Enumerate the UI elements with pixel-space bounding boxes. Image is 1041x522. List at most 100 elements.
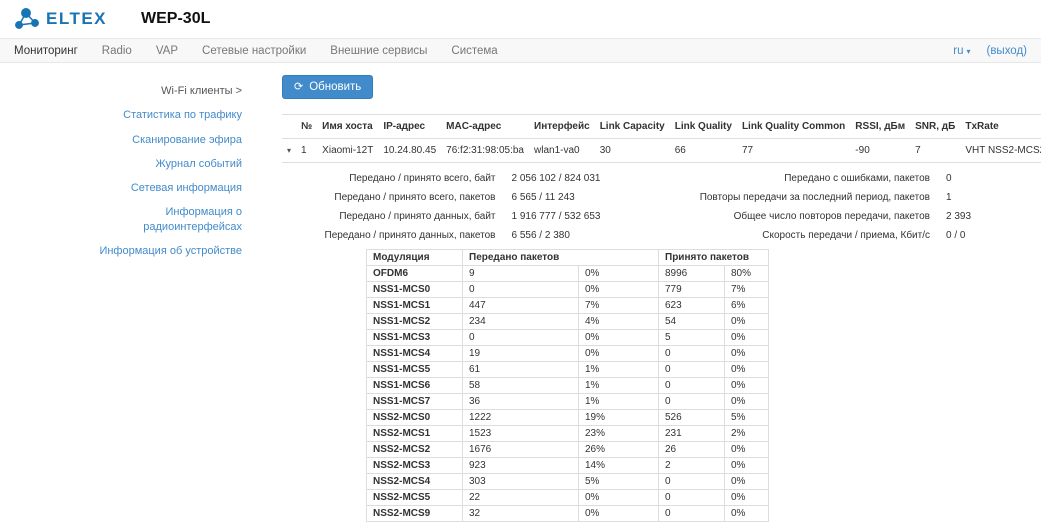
stat-label: Передано / принято данных, байт	[282, 211, 512, 222]
client-detail-stats: Передано / принято всего, байт2 056 102 …	[282, 173, 1041, 249]
nav-right: ru▾ (выход)	[953, 45, 1027, 57]
modulation-tx-count: 32	[463, 506, 579, 522]
modulation-name: NSS1-MCS5	[367, 362, 463, 378]
device-model-title: WEP-30L	[141, 10, 210, 28]
modulation-name: NSS1-MCS7	[367, 394, 463, 410]
modulation-name: NSS1-MCS1	[367, 298, 463, 314]
modulation-rx-pct: 6%	[725, 298, 769, 314]
modulation-tx-pct: 0%	[579, 266, 659, 282]
modulation-rx-pct: 2%	[725, 426, 769, 442]
modulation-name: NSS2-MCS5	[367, 490, 463, 506]
nav-tab-5[interactable]: Система	[451, 45, 497, 57]
stat-label: Передано с ошибками, пакетов	[662, 173, 947, 184]
modulation-tx-pct: 0%	[579, 330, 659, 346]
main-panel: ⟳ Обновить №Имя хостаIP-адресMAC-адресИн…	[258, 63, 1041, 522]
client-col-header: Link Capacity	[595, 115, 670, 139]
modulation-rx-pct: 5%	[725, 410, 769, 426]
modulation-row: NSS2-MCS2167626%260%	[367, 442, 769, 458]
modulation-tx-pct: 0%	[579, 282, 659, 298]
rx-packets-col-header: Принято пакетов	[659, 250, 769, 266]
modulation-header-row: Модуляция Передано пакетов Принято пакет…	[367, 250, 769, 266]
nav-tab-2[interactable]: VAP	[156, 45, 178, 57]
logout-link[interactable]: (выход)	[986, 45, 1027, 57]
modulation-name: NSS1-MCS3	[367, 330, 463, 346]
client-cell: 30	[595, 139, 670, 163]
stat-label: Передано / принято данных, пакетов	[282, 230, 512, 241]
refresh-icon: ⟳	[294, 82, 303, 93]
client-col-header: Интерфейс	[529, 115, 595, 139]
modulation-rx-pct: 0%	[725, 314, 769, 330]
modulation-tx-count: 19	[463, 346, 579, 362]
stat-value: 6 565 / 11 243	[512, 192, 662, 203]
collapse-row-icon[interactable]: ▾	[287, 146, 291, 155]
modulation-rx-count: 0	[659, 506, 725, 522]
modulation-rx-pct: 0%	[725, 458, 769, 474]
modulation-rx-pct: 0%	[725, 490, 769, 506]
modulation-row: NSS2-MCS9320%00%	[367, 506, 769, 522]
sidebar-item-0[interactable]: Wi-Fi клиенты >	[0, 79, 258, 103]
modulation-tx-count: 1523	[463, 426, 579, 442]
modulation-name: NSS2-MCS2	[367, 442, 463, 458]
modulation-rx-count: 0	[659, 362, 725, 378]
stat-value: 2 393	[946, 211, 1041, 222]
stat-row: Передано с ошибками, пакетов0	[662, 173, 1041, 184]
modulation-rx-count: 779	[659, 282, 725, 298]
modulation-tx-count: 303	[463, 474, 579, 490]
modulation-name: NSS1-MCS2	[367, 314, 463, 330]
client-col-header: Имя хоста	[317, 115, 378, 139]
modulation-tx-pct: 0%	[579, 506, 659, 522]
modulation-row: NSS2-MCS43035%00%	[367, 474, 769, 490]
modulation-name: NSS2-MCS3	[367, 458, 463, 474]
client-cell: wlan1-va0	[529, 139, 595, 163]
stat-value: 0 / 0	[946, 230, 1041, 241]
page-content: Wi-Fi клиенты >Статистика по трафикуСкан…	[0, 63, 1041, 522]
refresh-button[interactable]: ⟳ Обновить	[282, 75, 373, 99]
sidebar-item-5[interactable]: Информация о радиоинтерфейсах	[0, 200, 258, 239]
stat-row: Передано / принято данных, пакетов6 556 …	[282, 230, 662, 241]
modulation-rx-count: 0	[659, 394, 725, 410]
nav-tab-4[interactable]: Внешние сервисы	[330, 45, 427, 57]
stats-column-left: Передано / принято всего, байт2 056 102 …	[282, 173, 662, 249]
stat-value: 0	[946, 173, 1041, 184]
sidebar-item-2[interactable]: Сканирование эфира	[0, 128, 258, 152]
app-header: ELTEX WEP-30L	[0, 0, 1041, 38]
modulation-rx-count: 0	[659, 378, 725, 394]
eltex-molecule-icon	[12, 7, 42, 31]
nav-tab-1[interactable]: Radio	[102, 45, 132, 57]
stat-value: 2 056 102 / 824 031	[512, 173, 662, 184]
nav-tab-0[interactable]: Мониторинг	[14, 45, 78, 57]
client-col-header: MAC-адрес	[441, 115, 529, 139]
modulation-tx-pct: 14%	[579, 458, 659, 474]
modulation-tx-pct: 7%	[579, 298, 659, 314]
language-selector[interactable]: ru▾	[953, 45, 970, 57]
sidebar-item-3[interactable]: Журнал событий	[0, 152, 258, 176]
modulation-rx-pct: 0%	[725, 506, 769, 522]
modulation-name: NSS1-MCS0	[367, 282, 463, 298]
sidebar-item-4[interactable]: Сетевая информация	[0, 176, 258, 200]
client-cell: 66	[670, 139, 737, 163]
modulation-tx-pct: 5%	[579, 474, 659, 490]
stat-row: Скорость передачи / приема, Кбит/с0 / 0	[662, 230, 1041, 241]
nav-tab-3[interactable]: Сетевые настройки	[202, 45, 306, 57]
modulation-name: NSS1-MCS6	[367, 378, 463, 394]
stat-row: Передано / принято всего, пакетов6 565 /…	[282, 192, 662, 203]
modulation-rx-pct: 80%	[725, 266, 769, 282]
stat-value: 1 916 777 / 532 653	[512, 211, 662, 222]
sidebar-item-6[interactable]: Информация об устройстве	[0, 239, 258, 263]
modulation-tx-pct: 1%	[579, 378, 659, 394]
stat-row: Повторы передачи за последний период, па…	[662, 192, 1041, 203]
modulation-tx-count: 447	[463, 298, 579, 314]
modulation-rx-pct: 0%	[725, 330, 769, 346]
client-col-header: №	[296, 115, 317, 139]
sidebar-item-1[interactable]: Статистика по трафику	[0, 103, 258, 127]
client-cell: 1	[296, 139, 317, 163]
modulation-row: NSS1-MCS7361%00%	[367, 394, 769, 410]
modulation-rx-count: 623	[659, 298, 725, 314]
modulation-tx-pct: 1%	[579, 362, 659, 378]
client-row[interactable]: ▾1Xiaomi-12T10.24.80.4576:f2:31:98:05:ba…	[282, 139, 1041, 163]
modulation-row: NSS2-MCS5220%00%	[367, 490, 769, 506]
modulation-rx-count: 5	[659, 330, 725, 346]
modulation-row: NSS2-MCS0122219%5265%	[367, 410, 769, 426]
expand-column-header	[282, 115, 296, 139]
modulation-name: NSS2-MCS0	[367, 410, 463, 426]
